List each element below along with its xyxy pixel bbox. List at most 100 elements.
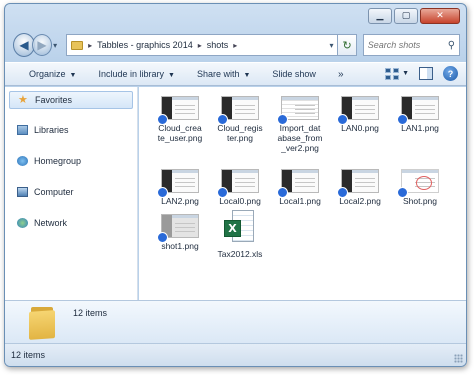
thumbnail-container [337,90,379,125]
folder-icon [71,40,84,50]
chevron-down-icon: ▼ [243,72,251,79]
details-item-count: 12 items [73,308,108,318]
sidebar-item-label: Favorites [35,95,73,105]
search-input[interactable] [367,40,448,50]
file-name: Cloud_regis ter.png [217,123,263,143]
slide-show-button[interactable]: Slide show [272,69,316,79]
sidebar-item-label: Network [34,218,68,228]
sidebar-item-label: Homegroup [34,156,82,166]
address-dropdown-icon[interactable]: ▾ [329,41,333,50]
refresh-button[interactable]: ↻ [338,34,357,56]
chevron-right-icon[interactable]: ▸ [198,41,202,50]
more-commands-button[interactable]: » [338,69,344,80]
sidebar-item-label: Libraries [34,125,69,135]
file-item[interactable]: Import_dat abase_from _ver2.png [271,90,329,153]
status-bar: 12 items [5,343,466,366]
file-item[interactable]: LAN0.png [331,90,389,133]
thumbnail-container [217,90,259,125]
sidebar-item-computer[interactable]: Computer [17,187,74,197]
forward-arrow-icon: ▶ [37,38,47,52]
file-item[interactable]: Local1.png [271,163,329,206]
thumbnail-container [217,163,259,198]
include-in-library-menu[interactable]: Include in library ▼ [98,69,174,79]
file-item[interactable]: LAN2.png [151,163,209,206]
breadcrumb-shots[interactable]: shots [207,40,229,50]
caption-buttons: ▁ ▢ ✕ [368,8,460,24]
refresh-icon: ↻ [342,39,352,52]
file-item[interactable]: Cloud_crea te_user.png [151,90,209,143]
tag-badge-icon [217,114,228,125]
maximize-icon: ▢ [401,10,411,21]
chevron-right-icon[interactable]: ▸ [88,41,92,50]
tag-badge-icon [277,187,288,198]
maximize-button[interactable]: ▢ [394,8,418,24]
file-name: Tax2012.xls [217,249,263,259]
status-item-count: 12 items [11,350,46,360]
share-with-menu[interactable]: Share with ▼ [197,69,250,79]
tag-badge-icon [337,114,348,125]
chevron-down-icon[interactable]: ▼ [402,70,409,77]
chevron-down-icon: ▼ [168,72,175,79]
computer-icon [17,187,28,197]
tag-badge-icon [157,232,168,243]
help-icon[interactable]: ? [443,66,458,81]
file-list: Cloud_crea te_user.png Cloud_regis ter.pn… [139,87,466,300]
address-bar[interactable]: ▸ Tabbles - graphics 2014 ▸ shots ▸ ▾ [66,34,339,56]
sidebar-item-homegroup[interactable]: Homegroup [17,156,81,166]
back-arrow-icon: ◀ [19,38,29,52]
command-bar: Organize ▼ Include in library ▼ Share with… [5,62,466,86]
sidebar-item-network[interactable]: Network [17,218,67,228]
tag-badge-icon [157,187,168,198]
include-in-library-label: Include in library [98,69,164,79]
file-item[interactable]: LAN1.png [391,90,449,133]
breadcrumb-tabbles-graphics[interactable]: Tabbles - graphics 2014 [97,40,193,50]
tag-badge-icon [397,187,408,198]
file-item[interactable]: Local2.png [331,163,389,206]
resize-grip-icon[interactable] [454,354,463,363]
search-box[interactable]: ⚲ [362,34,461,56]
sidebar-item-label: Computer [34,187,74,197]
close-icon: ✕ [436,10,444,21]
file-item[interactable]: Shot.png [391,163,449,206]
view-controls: ▼ ? [384,66,458,81]
thumbnail-container [277,163,319,198]
sidebar-item-favorites[interactable]: ★ Favorites [9,91,133,109]
homegroup-icon [17,156,28,166]
search-icon[interactable]: ⚲ [448,40,455,51]
preview-pane-icon[interactable] [419,67,433,80]
file-name: Import_dat abase_from _ver2.png [277,123,323,153]
explorer-window: ▁ ▢ ✕ ◀ ▶ ▾ ▸ Tabbles - graphics 2014 ▸ … [4,3,467,367]
minimize-button[interactable]: ▁ [368,8,392,24]
thumbnail-container [397,90,439,125]
change-view-icon[interactable] [384,67,400,81]
sidebar-item-libraries[interactable]: Libraries [17,125,69,135]
thumbnail-container [157,208,199,243]
details-pane: 12 items [5,300,466,343]
thumbnail-container [157,163,199,198]
minimize-icon: ▁ [376,10,384,21]
libraries-icon [17,125,28,135]
thumbnail-container [277,90,319,125]
thumbnail-container [157,90,199,125]
tag-badge-icon [337,187,348,198]
file-item[interactable]: X Tax2012.xls [211,208,269,259]
close-button[interactable]: ✕ [420,8,460,24]
tag-badge-icon [217,187,228,198]
thumbnail-container [397,163,439,198]
excel-file-icon: X [224,210,256,246]
recent-pages-dropdown[interactable]: ▾ [53,41,62,50]
navigation-bar: ◀ ▶ ▾ ▸ Tabbles - graphics 2014 ▸ shots … [13,31,461,59]
folder-icon [29,307,57,340]
file-item[interactable]: Local0.png [211,163,269,206]
forward-button[interactable]: ▶ [31,34,53,56]
thumbnail-container: X [224,208,256,246]
file-item[interactable]: Cloud_regis ter.png [211,90,269,143]
tag-badge-icon [397,114,408,125]
chevron-down-icon: ▼ [69,72,77,79]
file-item[interactable]: shot1.png [151,208,209,251]
chevron-right-icon[interactable]: ▸ [233,41,237,50]
organize-menu[interactable]: Organize ▼ [29,69,76,79]
star-icon: ★ [18,94,28,106]
share-with-label: Share with [196,69,240,79]
organize-label: Organize [29,69,66,79]
